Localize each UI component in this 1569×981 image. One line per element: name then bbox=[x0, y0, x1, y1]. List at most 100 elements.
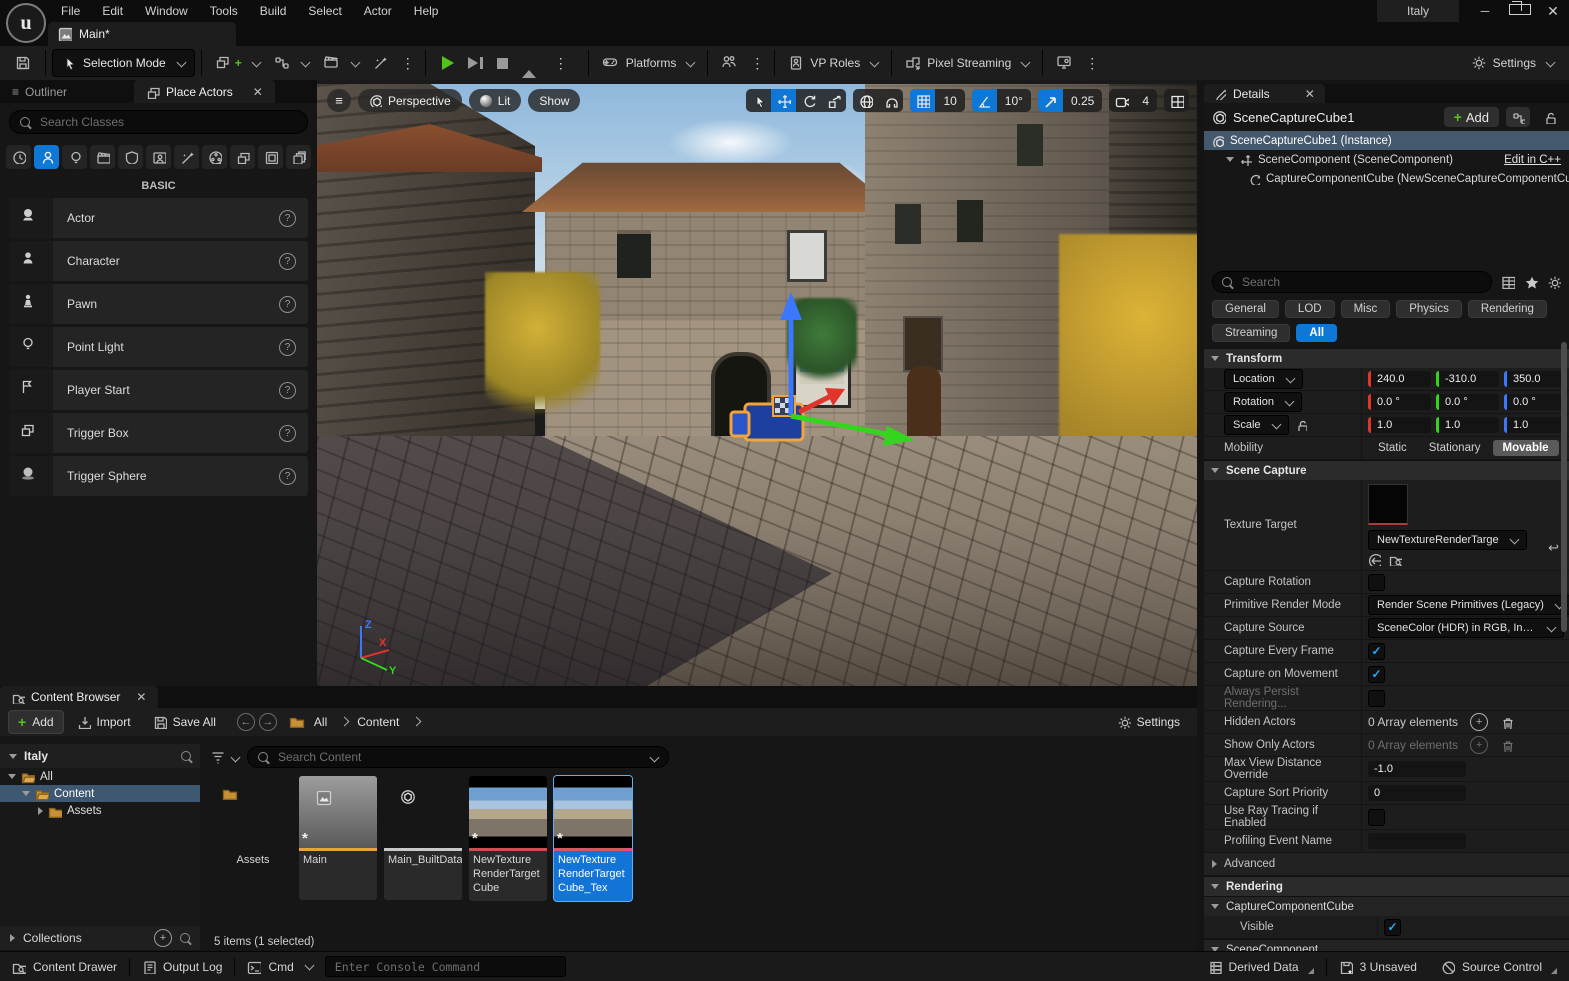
move-tool-icon[interactable] bbox=[771, 89, 796, 112]
use-selected-asset-icon[interactable] bbox=[1368, 553, 1381, 566]
view-mode-lit-dropdown[interactable]: Lit bbox=[469, 89, 522, 112]
details-search-input[interactable] bbox=[1212, 271, 1492, 293]
blueprint-convert-icon[interactable] bbox=[1506, 107, 1530, 127]
menu-tools[interactable]: Tools bbox=[199, 4, 249, 18]
place-actor-item-point-light[interactable]: Point Light ? bbox=[9, 327, 308, 367]
menu-build[interactable]: Build bbox=[249, 4, 298, 18]
section-transform[interactable]: Transform bbox=[1204, 348, 1569, 368]
cinematics-button[interactable] bbox=[316, 50, 366, 76]
always-persist-checkbox[interactable] bbox=[1368, 690, 1385, 707]
source-control-button[interactable]: Source Control bbox=[1429, 952, 1569, 981]
help-icon[interactable]: ? bbox=[279, 210, 296, 227]
capture-every-frame-checkbox[interactable]: ✓ bbox=[1368, 643, 1385, 660]
viewport-options-menu[interactable]: ≡ bbox=[327, 89, 351, 112]
rotation-z-field[interactable]: 0.0 ° bbox=[1504, 394, 1567, 410]
multi-user-menu[interactable]: ⋮ bbox=[746, 55, 768, 72]
place-actor-item-character[interactable]: Character ? bbox=[9, 241, 308, 281]
rotation-snap-icon[interactable] bbox=[972, 89, 997, 112]
level-tab-main[interactable]: Main* bbox=[48, 22, 236, 46]
select-tool-icon[interactable] bbox=[746, 89, 771, 112]
scale-z-field[interactable]: 1.0 bbox=[1504, 417, 1567, 433]
back-icon[interactable]: ← bbox=[237, 713, 255, 731]
surface-snapping-icon[interactable] bbox=[878, 89, 903, 112]
section-rendering[interactable]: Rendering bbox=[1204, 876, 1569, 896]
ui-panel-icon[interactable] bbox=[258, 145, 283, 169]
perspective-dropdown[interactable]: Perspective bbox=[358, 89, 462, 112]
scale-y-field[interactable]: 1.0 bbox=[1436, 417, 1499, 433]
filter-tab-general[interactable]: General bbox=[1212, 300, 1279, 318]
add-asset-button[interactable]: +Add bbox=[8, 710, 64, 734]
play-options-menu[interactable]: ⋮ bbox=[550, 55, 572, 72]
add-array-element-icon[interactable]: + bbox=[1470, 713, 1488, 731]
component-tree-row-instance[interactable]: SceneCaptureCube1 (Instance) bbox=[1204, 131, 1569, 150]
filter-tab-streaming[interactable]: Streaming bbox=[1212, 324, 1290, 342]
capture-on-movement-checkbox[interactable]: ✓ bbox=[1368, 666, 1385, 683]
help-icon[interactable]: ? bbox=[279, 339, 296, 356]
filter-tab-all[interactable]: All bbox=[1296, 324, 1337, 342]
search-collections-icon[interactable] bbox=[180, 933, 190, 943]
forward-icon[interactable]: → bbox=[259, 713, 277, 731]
menu-window[interactable]: Window bbox=[134, 4, 199, 18]
tree-item-all[interactable]: All bbox=[0, 768, 200, 785]
close-tab-icon[interactable]: ✕ bbox=[253, 85, 263, 99]
minimize-button[interactable]: ─ bbox=[1475, 4, 1495, 18]
scale-x-field[interactable]: 1.0 bbox=[1368, 417, 1431, 433]
place-actor-item-trigger-sphere[interactable]: Trigger Sphere ? bbox=[9, 456, 308, 496]
filter-tab-lod[interactable]: LOD bbox=[1285, 300, 1335, 318]
place-actor-item-actor[interactable]: Actor ? bbox=[9, 198, 308, 238]
location-x-field[interactable]: 240.0 bbox=[1368, 371, 1431, 387]
volumes-icon[interactable] bbox=[230, 145, 255, 169]
blueprints-button[interactable] bbox=[267, 50, 316, 76]
section-scene-capture[interactable]: Scene Capture bbox=[1204, 460, 1569, 480]
help-icon[interactable]: ? bbox=[279, 253, 296, 270]
editor-settings-dropdown[interactable]: Settings bbox=[1464, 50, 1561, 76]
rotation-snap-value[interactable]: 10° bbox=[997, 89, 1031, 112]
place-actor-item-pawn[interactable]: Pawn ? bbox=[9, 284, 308, 324]
tree-item-assets[interactable]: Assets bbox=[0, 802, 200, 819]
ray-tracing-checkbox[interactable] bbox=[1368, 809, 1385, 826]
component-tree-row-capture-component[interactable]: CaptureComponentCube (NewSceneCaptureCom… bbox=[1204, 169, 1569, 188]
source-collapse-header[interactable]: Italy bbox=[0, 744, 200, 768]
eject-button[interactable] bbox=[522, 56, 536, 70]
filter-funnel-icon[interactable] bbox=[210, 750, 224, 764]
grid-snap-value[interactable]: 10 bbox=[935, 89, 964, 112]
scale-lock-icon[interactable] bbox=[1295, 419, 1307, 431]
filter-tab-rendering[interactable]: Rendering bbox=[1468, 300, 1547, 318]
shapes-icon[interactable] bbox=[118, 145, 143, 169]
help-icon[interactable]: ? bbox=[279, 382, 296, 399]
content-drawer-button[interactable]: Content Drawer bbox=[0, 952, 129, 981]
effects-icon[interactable] bbox=[174, 145, 199, 169]
output-log-button[interactable]: Output Log bbox=[130, 952, 234, 981]
unsaved-assets-button[interactable]: 3 Unsaved bbox=[1327, 952, 1429, 981]
display-manager-icon[interactable] bbox=[1501, 275, 1515, 289]
play-button[interactable] bbox=[442, 56, 454, 70]
console-command-input[interactable] bbox=[325, 956, 566, 977]
visible-checkbox[interactable]: ✓ bbox=[1384, 919, 1401, 936]
texture-target-thumbnail[interactable] bbox=[1368, 484, 1408, 525]
menu-edit[interactable]: Edit bbox=[91, 4, 134, 18]
rotation-x-field[interactable]: 0.0 ° bbox=[1368, 394, 1431, 410]
grid-snap-icon[interactable] bbox=[910, 89, 935, 112]
filter-tab-physics[interactable]: Physics bbox=[1396, 300, 1462, 318]
browse-to-asset-icon[interactable] bbox=[1389, 553, 1402, 566]
breadcrumb-content[interactable]: Content bbox=[357, 715, 399, 729]
search-paths-icon[interactable] bbox=[181, 751, 191, 761]
asset-tile-render-target-cube-tex[interactable]: * NewTexture RenderTarget Cube_Tex bbox=[554, 776, 632, 901]
mobility-static-button[interactable]: Static bbox=[1368, 440, 1417, 456]
unreal-engine-logo-icon[interactable]: u bbox=[6, 3, 46, 43]
scale-tool-icon[interactable] bbox=[821, 89, 846, 112]
filter-tab-misc[interactable]: Misc bbox=[1341, 300, 1391, 318]
help-icon[interactable]: ? bbox=[279, 468, 296, 485]
add-array-element-icon[interactable]: + bbox=[1470, 736, 1488, 754]
derived-data-button[interactable]: Derived Data bbox=[1196, 952, 1326, 981]
world-local-coordinate-icon[interactable] bbox=[853, 89, 878, 112]
viewport-canvas[interactable]: Z X Y bbox=[317, 84, 1197, 686]
rotation-dropdown[interactable]: Rotation bbox=[1224, 392, 1302, 412]
add-collection-icon[interactable]: + bbox=[154, 929, 172, 947]
multi-user-button[interactable] bbox=[714, 50, 746, 76]
mobility-stationary-button[interactable]: Stationary bbox=[1419, 440, 1491, 456]
lights-icon[interactable] bbox=[62, 145, 87, 169]
capture-source-dropdown[interactable]: SceneColor (HDR) in RGB, Inv Opacity bbox=[1368, 618, 1564, 638]
lock-details-icon[interactable] bbox=[1537, 107, 1561, 127]
all-classes-icon[interactable] bbox=[286, 145, 311, 169]
